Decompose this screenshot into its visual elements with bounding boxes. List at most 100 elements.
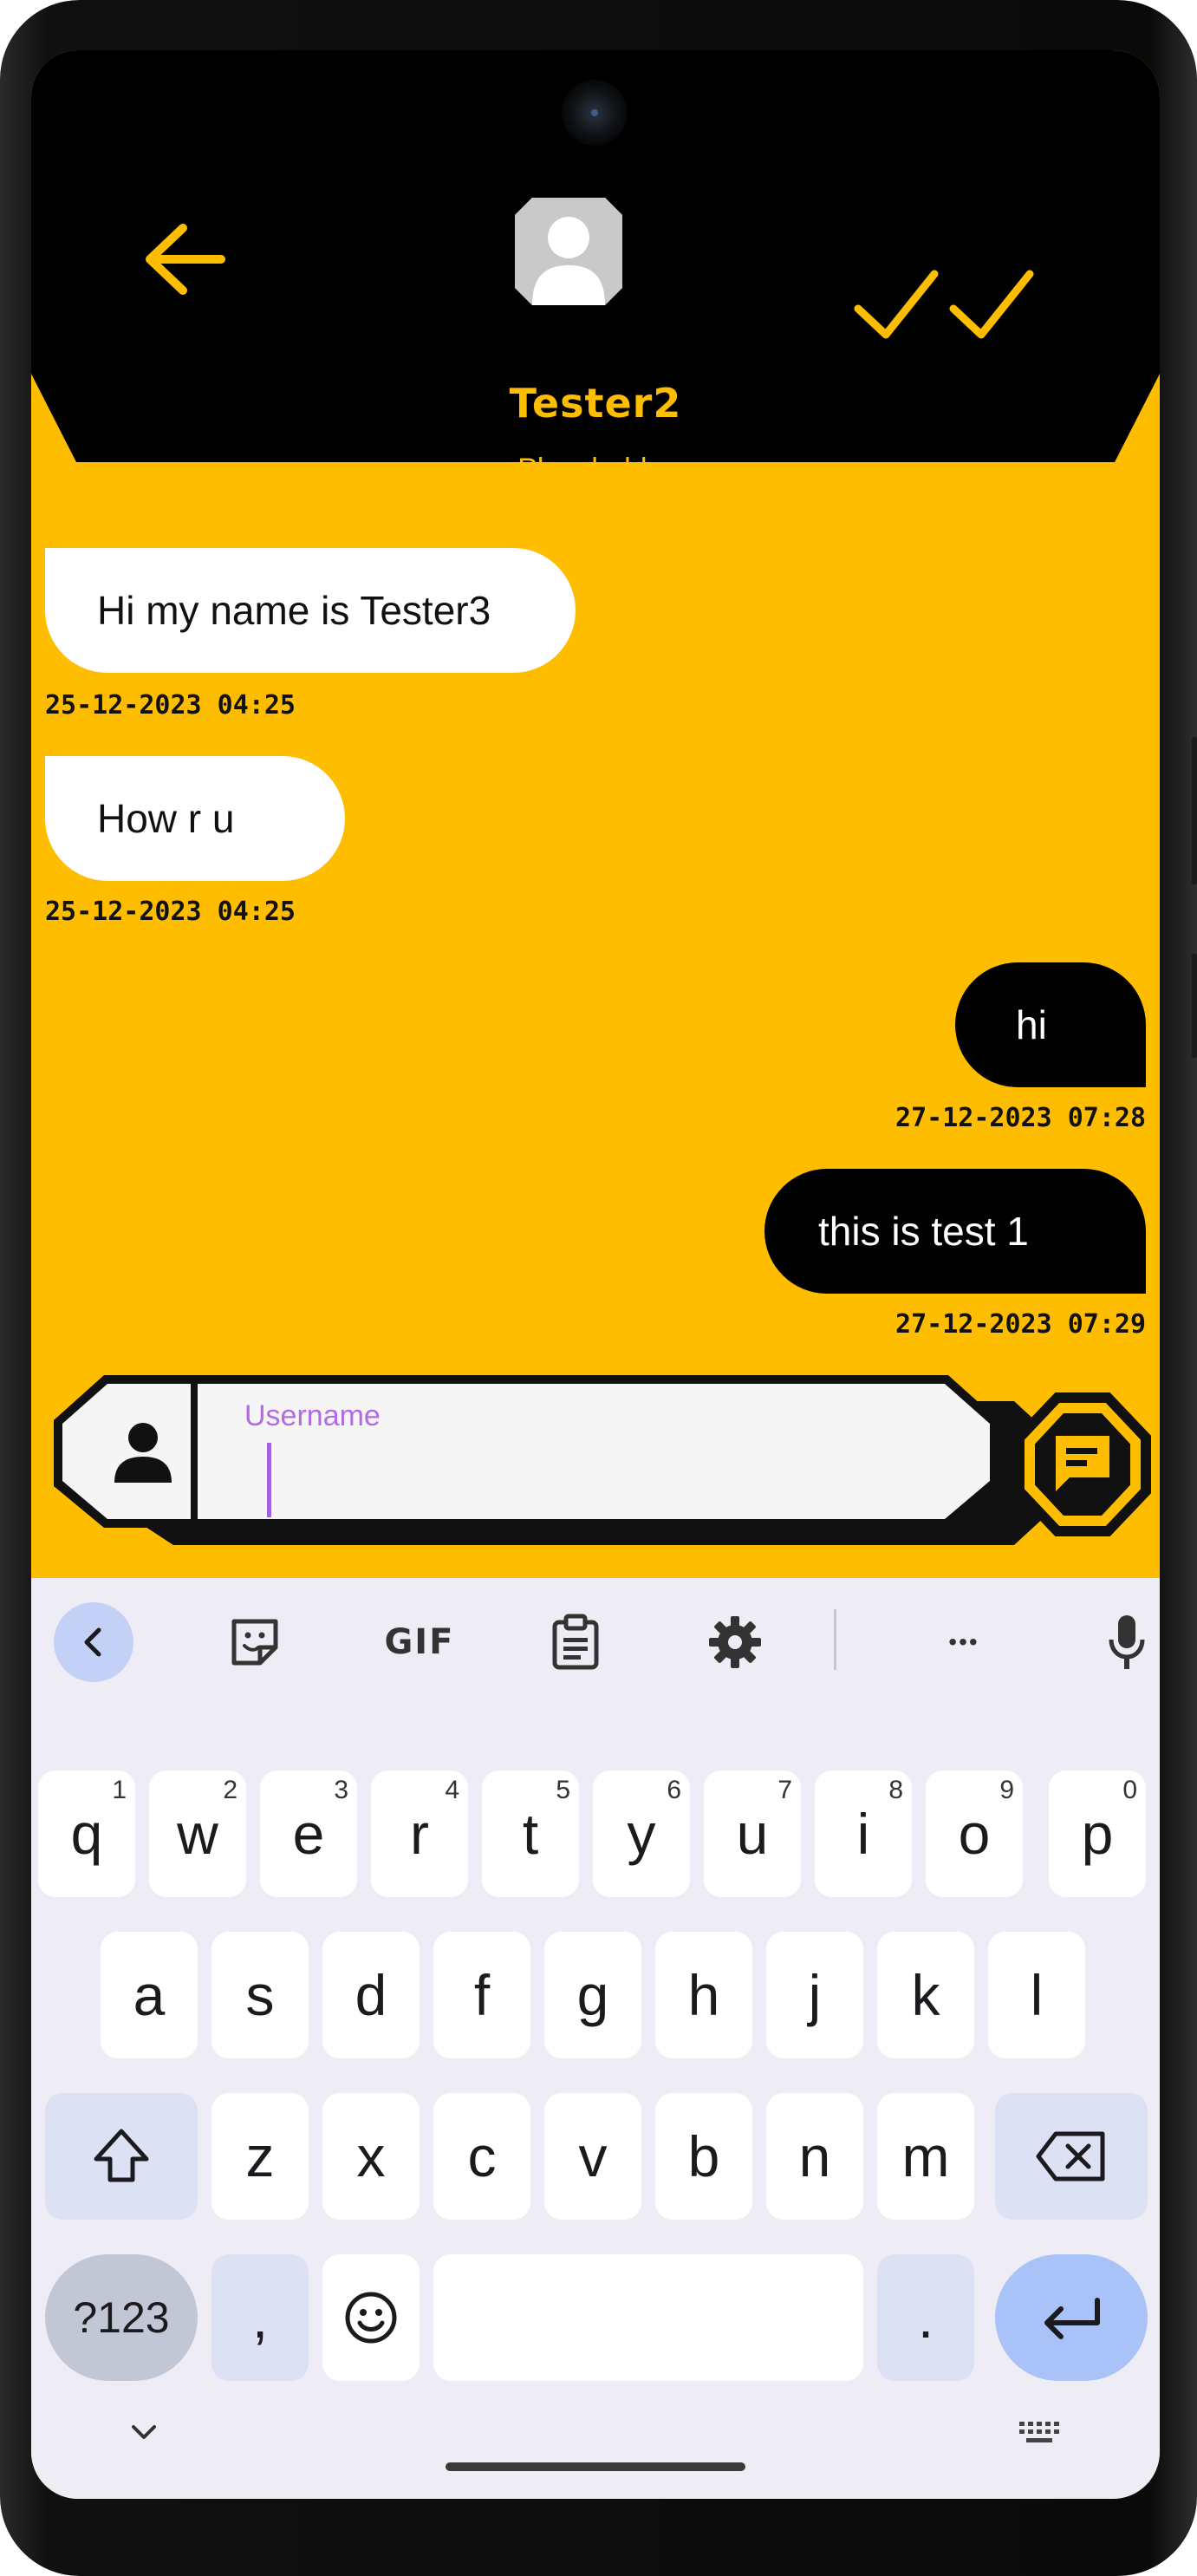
key-label: q <box>70 1802 103 1866</box>
key-e[interactable]: e3 <box>260 1771 357 1897</box>
key-hint: 0 <box>1122 1776 1137 1804</box>
key-c[interactable]: c <box>433 2093 530 2220</box>
key-label: b <box>687 2124 720 2188</box>
backspace-key[interactable] <box>995 2093 1148 2220</box>
key-label: w <box>177 1802 218 1866</box>
key-label: f <box>473 1963 491 2027</box>
key-hint: 9 <box>999 1776 1014 1804</box>
key-s[interactable]: s <box>211 1932 309 2058</box>
clipboard-button[interactable] <box>536 1602 615 1682</box>
double-check-icon <box>854 270 1034 339</box>
text-caret <box>267 1443 271 1517</box>
key-label: j <box>808 1963 822 2027</box>
key-hint: 7 <box>777 1776 792 1804</box>
key-w[interactable]: w2 <box>149 1771 246 1897</box>
key-label: m <box>901 2124 950 2188</box>
back-button[interactable] <box>120 212 250 307</box>
message-bubble-outgoing[interactable]: this is test 1 <box>764 1169 1146 1294</box>
enter-key[interactable] <box>995 2254 1148 2381</box>
key-t[interactable]: t5 <box>482 1771 579 1897</box>
more-button[interactable]: ••• <box>924 1602 1004 1682</box>
keyboard-switch-icon[interactable] <box>1018 2419 1061 2449</box>
key-r[interactable]: r4 <box>371 1771 468 1897</box>
enter-arrow-icon <box>1044 2298 1100 2339</box>
power-button <box>1192 954 1197 1058</box>
message-timestamp: 27-12-2023 07:29 <box>895 1309 1146 1340</box>
key-f[interactable]: f <box>433 1932 530 2058</box>
key-hint: 2 <box>223 1776 237 1804</box>
soft-keyboard: GIF ••• q 1 w 2 e 3 r 4 t 5 y 6 u 7 i 8 … <box>31 1578 1160 2499</box>
message-input[interactable] <box>62 1384 990 1519</box>
key-k[interactable]: k <box>877 1932 974 2058</box>
key-label: k <box>911 1963 940 2027</box>
composer-divider <box>191 1384 198 1519</box>
key-hint: 8 <box>888 1776 903 1804</box>
period-label: . <box>917 2286 934 2350</box>
volume-button <box>1192 737 1197 884</box>
sticker-button[interactable] <box>215 1602 295 1682</box>
emoji-key[interactable] <box>322 2254 420 2381</box>
key-label: a <box>133 1963 166 2027</box>
gear-icon <box>709 1616 761 1668</box>
home-indicator[interactable] <box>446 2462 745 2471</box>
message-bubble-incoming[interactable]: How r u <box>45 756 345 881</box>
gif-button[interactable]: GIF <box>376 1602 463 1682</box>
chat-send-icon <box>1056 1436 1109 1491</box>
front-camera <box>562 80 628 146</box>
key-hint: 4 <box>445 1776 459 1804</box>
symbols-key[interactable]: ?123 <box>45 2254 198 2381</box>
keyboard-collapse-button[interactable] <box>54 1602 133 1682</box>
contact-name: Tester2 <box>509 380 682 427</box>
input-label: Username <box>244 1399 381 1432</box>
shift-key[interactable] <box>45 2093 198 2220</box>
space-key[interactable] <box>433 2254 863 2381</box>
key-label: v <box>578 2124 608 2188</box>
key-label: s <box>245 1963 275 2027</box>
key-label: e <box>292 1802 325 1866</box>
key-m[interactable]: m <box>877 2093 974 2220</box>
key-j[interactable]: j <box>766 1932 863 2058</box>
message-bubble-incoming[interactable]: Hi my name is Tester3 <box>45 548 576 673</box>
period-key[interactable]: . <box>877 2254 974 2381</box>
key-n[interactable]: n <box>766 2093 863 2220</box>
screen: Tester2 Placeholder Hi my name is Tester… <box>31 50 1160 2499</box>
key-x[interactable]: x <box>322 2093 420 2220</box>
key-label: u <box>736 1802 769 1866</box>
key-o[interactable]: o9 <box>926 1771 1023 1897</box>
voice-input-button[interactable] <box>1087 1602 1160 1682</box>
comma-key[interactable]: , <box>211 2254 309 2381</box>
key-label: r <box>410 1802 429 1866</box>
key-p[interactable]: p0 <box>1049 1771 1146 1897</box>
key-label: d <box>355 1963 387 2027</box>
key-label: x <box>356 2124 386 2188</box>
key-b[interactable]: b <box>655 2093 752 2220</box>
key-label: c <box>467 2124 497 2188</box>
key-label: z <box>245 2124 275 2188</box>
contact-avatar[interactable] <box>515 198 622 305</box>
hide-keyboard-icon[interactable] <box>128 2422 159 2442</box>
key-v[interactable]: v <box>544 2093 641 2220</box>
avatar-icon <box>532 217 605 305</box>
backspace-icon <box>1036 2131 1105 2181</box>
key-i[interactable]: i8 <box>815 1771 912 1897</box>
key-q[interactable]: q1 <box>38 1771 135 1897</box>
key-h[interactable]: h <box>655 1932 752 2058</box>
key-d[interactable]: d <box>322 1932 420 2058</box>
key-hint: 5 <box>556 1776 570 1804</box>
key-a[interactable]: a <box>101 1932 198 2058</box>
key-label: n <box>798 2124 831 2188</box>
message-text: hi <box>1016 1002 1047 1047</box>
key-y[interactable]: y6 <box>593 1771 690 1897</box>
chevron-left-icon <box>84 1627 101 1657</box>
settings-button[interactable] <box>695 1602 775 1682</box>
key-z[interactable]: z <box>211 2093 309 2220</box>
key-u[interactable]: u7 <box>704 1771 801 1897</box>
message-timestamp: 25-12-2023 04:25 <box>45 897 296 927</box>
key-label: t <box>522 1802 539 1866</box>
message-bubble-outgoing[interactable]: hi <box>955 962 1146 1087</box>
key-l[interactable]: l <box>988 1932 1085 2058</box>
key-g[interactable]: g <box>544 1932 641 2058</box>
key-label: l <box>1030 1963 1044 2027</box>
shift-icon <box>94 2129 149 2182</box>
key-hint: 3 <box>334 1776 348 1804</box>
